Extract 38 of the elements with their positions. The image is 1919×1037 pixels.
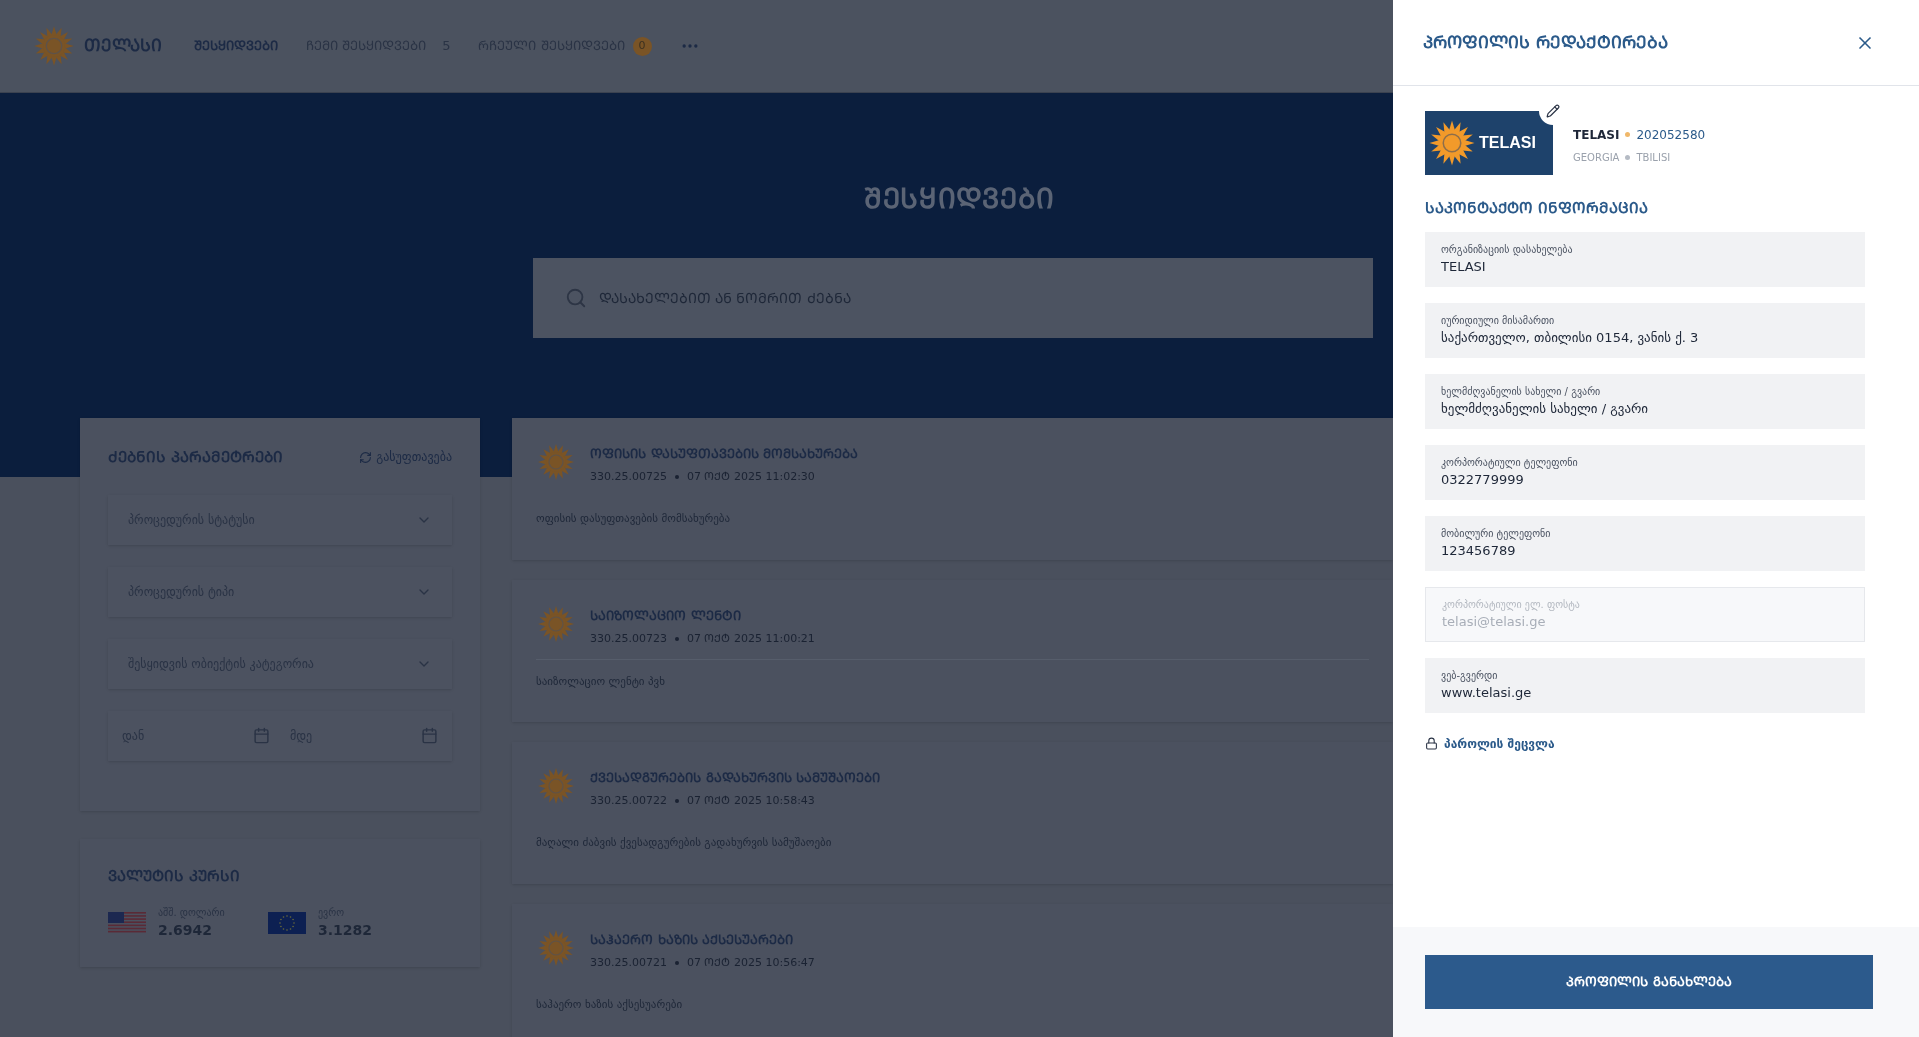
company-city: TBILISI [1636,150,1671,165]
pencil-icon [1546,104,1560,118]
field-input[interactable]: 0322779999 [1441,469,1849,490]
change-password-link[interactable]: პაროლის შეცვლა [1425,734,1887,753]
company-name: TELASI [1573,126,1620,144]
us-flag-icon [108,912,146,934]
text-field[interactable]: ორგანიზაციის დასახელება TELASI [1425,231,1865,287]
calendar-icon [421,727,438,744]
field-label: ხელმძღვანელის სახელი / გვარი [1441,384,1602,399]
text-field[interactable]: იურიდიული მისამართი საქართველო, თბილისი 0154, ვანის ქ. 3 [1425,302,1865,358]
search-icon [564,287,587,309]
field-label: ორგანიზაციის დასახელება [1441,242,1574,257]
field-input[interactable]: საქართველო, თბილისი 0154, ვანის ქ. 3 [1441,327,1849,348]
text-field[interactable]: ხელმძღვანელის სახელი / გვარი ხელმძღვანელის სახელი / გვარი [1425,373,1865,429]
field-input[interactable]: 123456789 [1441,540,1849,561]
save-profile-button[interactable]: ᲞᲠᲝᲤᲘᲚᲘᲡ ᲒᲐᲜᲐᲮᲚᲔᲑᲐ [1425,955,1873,1009]
field-input[interactable]: TELASI [1441,256,1849,277]
field-input[interactable]: ხელმძღვანელის სახელი / გვარი [1441,398,1849,419]
refresh-icon [359,450,373,464]
text-field[interactable]: მობილური ტელეფონი 123456789 [1425,515,1865,571]
section-title: ᲡᲐᲙᲝᲜᲢᲐᲥᲢᲝ ᲘᲜᲤᲝᲠᲛᲐᲪᲘᲐ [1425,198,1650,219]
field-input[interactable]: www.telasi.ge [1441,682,1849,703]
field-label: ვებ-გვერდი [1441,668,1499,683]
lock-icon [1425,737,1438,750]
text-field[interactable]: კორპორატიული ტელეფონი 0322779999 [1425,444,1865,500]
text-field[interactable]: ვებ-გვერდი www.telasi.ge [1425,657,1865,713]
eu-flag-icon [268,912,306,934]
field-label: მობილური ტელეფონი [1441,526,1552,541]
drawer-title: ᲞᲠᲝᲤᲘᲚᲘᲡ ᲠᲔᲓᲐᲥᲢᲘᲠᲔᲑᲐ [1423,30,1668,54]
field-label: კორპორატიული ტელეფონი [1441,455,1579,470]
company-country: GEORGIA [1573,150,1620,165]
company-logo-text: TELASI [1479,133,1536,153]
field-label: იურიდიული მისამართი [1441,313,1556,328]
calendar-icon [253,727,270,744]
field-label: კორპორატიული ელ. ფოსტა [1442,597,1581,612]
company-code: 202052580 [1636,126,1706,144]
page-title: ᲨᲔᲡᲧᲘᲓᲕᲔᲑᲘ [864,181,1055,217]
count-badge: 0 [632,36,652,56]
